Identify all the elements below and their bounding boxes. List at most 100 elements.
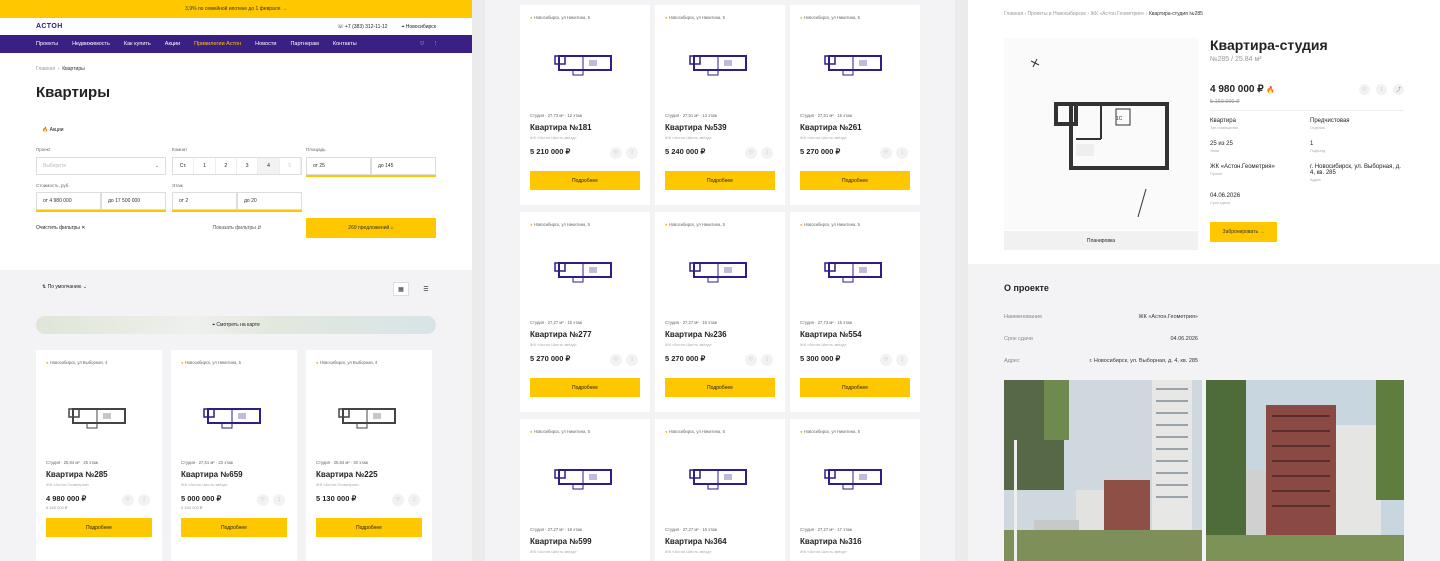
- share-icon[interactable]: ⤴: [1393, 84, 1404, 95]
- list-view-button[interactable]: ☰: [418, 282, 434, 296]
- area-slider[interactable]: [306, 175, 436, 177]
- grid-view-button[interactable]: ▦: [393, 282, 409, 296]
- apartment-card[interactable]: ● Новосибирск, ул Никитина, 5 Студия · 27…: [520, 419, 650, 561]
- floor-plan-image[interactable]: 1С: [1004, 38, 1198, 230]
- project-photo-1[interactable]: [1004, 380, 1202, 561]
- details-button[interactable]: Подробнее: [181, 518, 287, 537]
- city-selector[interactable]: ⌖ Новосибирск: [402, 24, 436, 30]
- heart-icon[interactable]: ♡: [392, 494, 404, 506]
- card-title[interactable]: Квартира №181: [530, 123, 592, 132]
- breadcrumb-home[interactable]: Главная: [36, 66, 55, 72]
- project-photo-2[interactable]: [1206, 380, 1404, 561]
- heart-icon[interactable]: ♡: [420, 41, 425, 48]
- price-slider[interactable]: [36, 210, 166, 212]
- card-title[interactable]: Квартира №285: [46, 470, 108, 479]
- room-5[interactable]: 5: [280, 158, 301, 174]
- plan-tab[interactable]: Планировка: [1004, 231, 1198, 250]
- card-title[interactable]: Квартира №277: [530, 330, 592, 339]
- nav-how-to-buy[interactable]: Как купить: [124, 41, 151, 47]
- card-title[interactable]: Квартира №364: [665, 537, 727, 546]
- phone-link[interactable]: ☏ +7 (383) 312-11-12: [337, 24, 387, 30]
- floor-slider[interactable]: [172, 210, 302, 212]
- nav-news[interactable]: Новости: [255, 41, 276, 47]
- compare-icon[interactable]: ⫶: [761, 354, 773, 366]
- map-banner[interactable]: ⌖ Смотреть на карте: [36, 316, 436, 334]
- heart-icon[interactable]: ♡: [122, 494, 134, 506]
- floor-from-input[interactable]: от 2: [172, 192, 237, 210]
- offers-button[interactable]: 269 предложений ⌂: [306, 218, 436, 238]
- apartment-card[interactable]: ● Новосибирск, ул Никитина, 5 Студия · 27…: [520, 5, 650, 205]
- compare-icon[interactable]: ⫶: [896, 354, 908, 366]
- heart-icon[interactable]: ♡: [610, 147, 622, 159]
- clear-filters-button[interactable]: Очистить фильтры ✕: [36, 225, 85, 231]
- project-select[interactable]: Выберите ⌄: [36, 157, 166, 175]
- apartment-card[interactable]: ● Новосибирск, ул Никитина, 5 Студия · 27…: [655, 419, 785, 561]
- details-button[interactable]: Подробнее: [316, 518, 422, 537]
- details-button[interactable]: Подробнее: [46, 518, 152, 537]
- heart-icon[interactable]: ♡: [257, 494, 269, 506]
- room-1[interactable]: 1: [194, 158, 216, 174]
- area-to-input[interactable]: до 145: [371, 157, 436, 175]
- breadcrumb-projects[interactable]: Проекты в Новосибирске: [1027, 11, 1086, 17]
- compare-icon[interactable]: ⫶: [408, 494, 420, 506]
- card-title[interactable]: Квартира №554: [800, 330, 862, 339]
- card-title[interactable]: Квартира №599: [530, 537, 592, 546]
- room-4[interactable]: 4: [258, 158, 280, 174]
- compare-icon[interactable]: ⫶: [626, 354, 638, 366]
- heart-icon[interactable]: ♡: [1359, 84, 1370, 95]
- apartment-card[interactable]: ● Новосибирск, ул Выборная, 4 Студия · 25…: [306, 350, 432, 561]
- heart-icon[interactable]: ♡: [880, 147, 892, 159]
- details-button[interactable]: Подробнее: [800, 171, 910, 190]
- card-title[interactable]: Квартира №225: [316, 470, 378, 479]
- details-button[interactable]: Подробнее: [665, 378, 775, 397]
- details-button[interactable]: Подробнее: [800, 378, 910, 397]
- room-2[interactable]: 2: [216, 158, 237, 174]
- card-title[interactable]: Квартира №539: [665, 123, 727, 132]
- nav-partners[interactable]: Партнерам: [290, 41, 318, 47]
- nav-promos[interactable]: Акции: [165, 41, 180, 47]
- price-to-input[interactable]: до 17 500 000: [101, 192, 166, 210]
- compare-icon[interactable]: ⫶: [1376, 84, 1387, 95]
- card-title[interactable]: Квартира №236: [665, 330, 727, 339]
- floor-to-input[interactable]: до 20: [237, 192, 302, 210]
- apartment-card[interactable]: ● Новосибирск, ул Никитина, 5 Студия · 27…: [790, 419, 920, 561]
- apartment-card[interactable]: ● Новосибирск, ул Выборная, 4 Студия · 25…: [36, 350, 162, 561]
- heart-icon[interactable]: ♡: [610, 354, 622, 366]
- nav-projects[interactable]: Проекты: [36, 41, 58, 47]
- price-from-input[interactable]: от 4 980 000: [36, 192, 101, 210]
- promo-banner[interactable]: 3,9% по семейной ипотеке до 1 февраля →: [0, 0, 472, 18]
- details-button[interactable]: Подробнее: [530, 378, 640, 397]
- area-from-input[interactable]: от 25: [306, 157, 371, 175]
- nav-contacts[interactable]: Контакты: [333, 41, 357, 47]
- compare-icon[interactable]: ⫶: [273, 494, 285, 506]
- apartment-card[interactable]: ● Новосибирск, ул Никитина, 5 Студия · 27…: [171, 350, 297, 561]
- book-button[interactable]: Забронировать →: [1210, 222, 1277, 242]
- card-title[interactable]: Квартира №316: [800, 537, 862, 546]
- breadcrumb-project[interactable]: ЖК «Астон.Геометрия»: [1090, 11, 1144, 17]
- card-title[interactable]: Квартира №261: [800, 123, 862, 132]
- nav-realty[interactable]: Недвижимость: [72, 41, 110, 47]
- show-filters-button[interactable]: Показать фильтры ⇵: [172, 218, 302, 238]
- apartment-card[interactable]: ● Новосибирск, ул Никитина, 5 Студия · 27…: [790, 5, 920, 205]
- logo[interactable]: АСТОН: [36, 23, 63, 30]
- card-title[interactable]: Квартира №659: [181, 470, 243, 479]
- apartment-card[interactable]: ● Новосибирск, ул Никитина, 5 Студия · 27…: [790, 212, 920, 412]
- details-button[interactable]: Подробнее: [665, 171, 775, 190]
- room-3[interactable]: 3: [237, 158, 259, 174]
- compare-icon[interactable]: ⫶: [435, 41, 436, 48]
- apartment-card[interactable]: ● Новосибирск, ул Никитина, 5 Студия · 27…: [655, 5, 785, 205]
- heart-icon[interactable]: ♡: [745, 147, 757, 159]
- room-studio[interactable]: Ст.: [173, 158, 195, 174]
- details-button[interactable]: Подробнее: [530, 171, 640, 190]
- nav-privileges[interactable]: Привилегии Астон: [194, 41, 241, 47]
- apartment-card[interactable]: ● Новосибирск, ул Никитина, 5 Студия · 27…: [520, 212, 650, 412]
- sort-dropdown[interactable]: ⇅ По умолчанию ⌄: [42, 284, 87, 290]
- compare-icon[interactable]: ⫶: [626, 147, 638, 159]
- heart-icon[interactable]: ♡: [880, 354, 892, 366]
- compare-icon[interactable]: ⫶: [138, 494, 150, 506]
- promo-tag[interactable]: 🔥 Акции: [0, 101, 472, 133]
- apartment-card[interactable]: ● Новосибирск, ул Никитина, 5 Студия · 27…: [655, 212, 785, 412]
- breadcrumb-home[interactable]: Главная: [1004, 11, 1023, 17]
- compare-icon[interactable]: ⫶: [761, 147, 773, 159]
- heart-icon[interactable]: ♡: [745, 354, 757, 366]
